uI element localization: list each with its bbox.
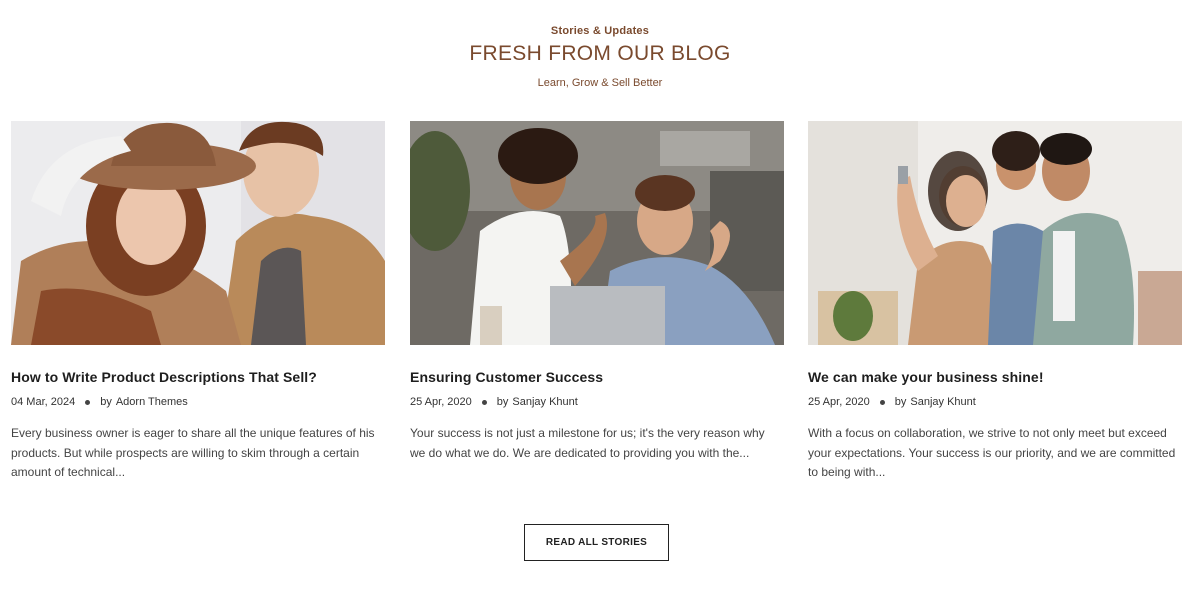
blog-card-image-link[interactable] xyxy=(808,121,1182,345)
read-all-stories-button[interactable]: READ ALL STORIES xyxy=(524,524,669,561)
blog-card-meta: 04 Mar, 2024 by Adorn Themes xyxy=(11,395,385,409)
by-label: by xyxy=(100,396,112,408)
blog-card-meta: 25 Apr, 2020 by Sanjay Khunt xyxy=(410,395,784,409)
section-subtitle: Learn, Grow & Sell Better xyxy=(537,77,663,89)
separator-dot xyxy=(85,399,91,405)
family-with-keys-photo xyxy=(808,121,1182,345)
section-eyebrow: Stories & Updates xyxy=(550,25,650,37)
post-excerpt: With a focus on collaboration, we strive… xyxy=(808,426,1176,479)
post-date: 04 Mar, 2024 xyxy=(11,396,76,408)
blog-card: Ensuring Customer Success 25 Apr, 2020 b… xyxy=(410,121,784,463)
post-author-link[interactable]: Sanjay Khunt xyxy=(910,395,975,409)
separator-dot xyxy=(879,399,885,405)
post-excerpt: Every business owner is eager to share a… xyxy=(11,426,375,479)
blog-card: We can make your business shine! 25 Apr,… xyxy=(808,121,1182,483)
post-date: 25 Apr, 2020 xyxy=(410,396,472,408)
separator-dot xyxy=(481,399,487,405)
blog-card: How to Write Product Descriptions That S… xyxy=(11,121,385,483)
post-author-link[interactable]: Adorn Themes xyxy=(116,395,188,409)
post-author-link[interactable]: Sanjay Khunt xyxy=(512,395,577,409)
blog-card-image-link[interactable] xyxy=(11,121,385,345)
fashion-couple-photo xyxy=(11,121,385,345)
section-title: FRESH FROM OUR BLOG xyxy=(469,42,731,65)
by-label: by xyxy=(894,396,907,408)
blog-card-image-link[interactable] xyxy=(410,121,784,345)
post-date: 25 Apr, 2020 xyxy=(808,396,870,408)
blog-card-title-link[interactable]: Ensuring Customer Success xyxy=(410,368,784,386)
by-label: by xyxy=(496,396,509,408)
blog-card-meta: 25 Apr, 2020 by Sanjay Khunt xyxy=(808,395,1182,409)
celebrating-coworkers-photo xyxy=(410,121,784,345)
post-excerpt: Your success is not just a milestone for… xyxy=(410,426,765,460)
blog-card-title-link[interactable]: We can make your business shine! xyxy=(808,368,1182,386)
blog-card-title-link[interactable]: How to Write Product Descriptions That S… xyxy=(11,368,385,386)
